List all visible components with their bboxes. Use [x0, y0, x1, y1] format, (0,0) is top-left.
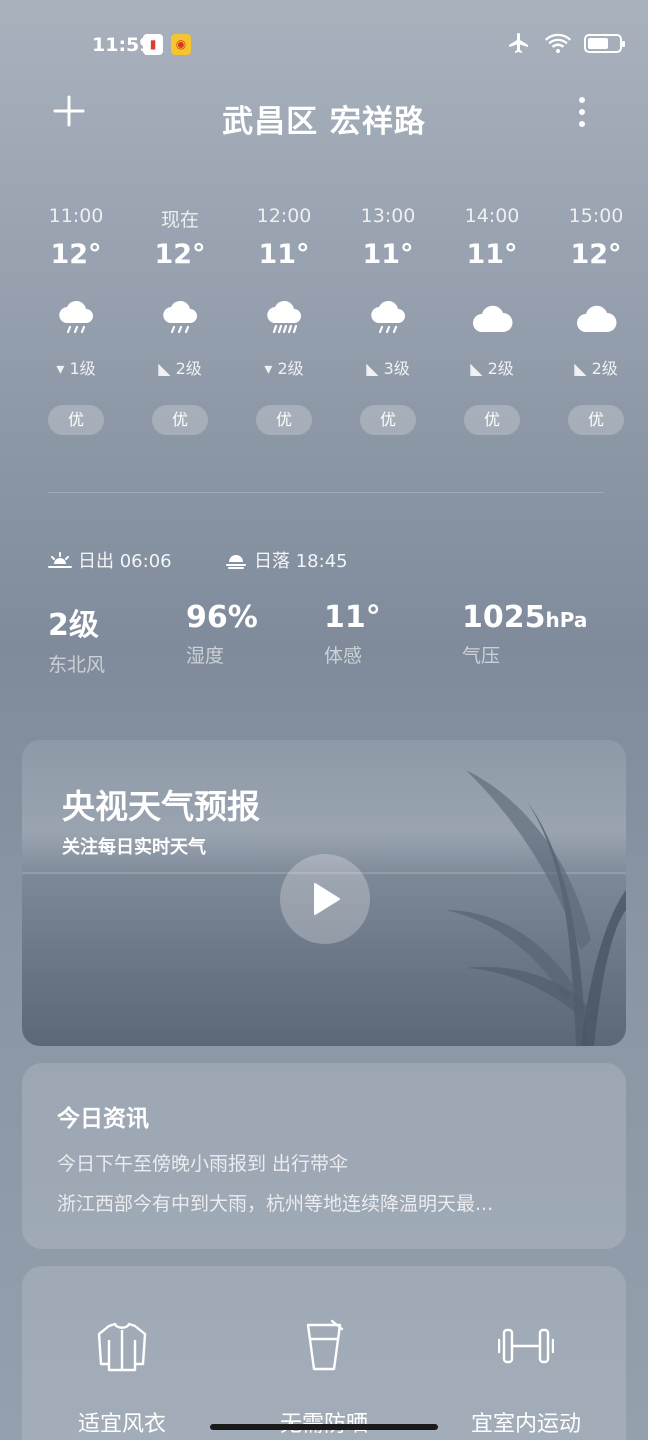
hour-wind: 3级: [383, 359, 410, 378]
jacket-icon: [97, 1322, 147, 1372]
hour-wind: 1级: [69, 359, 96, 378]
status-bar: 11:59 ▮ ◉: [0, 0, 648, 90]
hourly-forecast[interactable]: 11:00 12° ▾ 1级 优 现在 12° ◣ 2级 优 12:00 11°…: [24, 205, 648, 445]
hour-time: 现在: [160, 209, 199, 231]
rain-light-icon: [371, 301, 405, 334]
wind-direction-icon: ◣: [574, 359, 592, 378]
hour-item: 13:00 11° ◣ 3级 优: [336, 205, 440, 435]
sunrise: 日出 06:06: [48, 547, 172, 573]
aqi-badge: 优: [48, 405, 104, 435]
metric-pressure: 1025hPa 气压: [462, 600, 587, 668]
rain-light-icon: [59, 301, 93, 334]
system-icons: [506, 31, 625, 55]
hour-time: 12:00: [256, 205, 312, 227]
sunrise-icon: [48, 552, 72, 568]
metric-value: 1025: [462, 600, 546, 635]
metric-value: 2级: [48, 608, 99, 643]
aqi-badge: 优: [360, 405, 416, 435]
hour-temp: 12°: [154, 239, 206, 270]
wind-direction-icon: ◣: [158, 359, 176, 378]
hour-item: 15:00 12° ◣ 2级 优: [544, 205, 648, 435]
metric-label: 东北风: [48, 654, 106, 676]
hour-wind: 2级: [175, 359, 202, 378]
hour-time: 13:00: [360, 205, 416, 227]
cloud-icon: [577, 305, 617, 332]
hour-time: 11:00: [48, 205, 104, 227]
video-title: 央视天气预报: [62, 787, 260, 826]
hour-item: 14:00 11° ◣ 2级 优: [440, 205, 544, 435]
sunscreen-icon: [306, 1319, 344, 1371]
news-item[interactable]: 浙江西部今有中到大雨，杭州等地连续降温明天最...: [57, 1189, 597, 1216]
wifi-icon: [545, 33, 571, 53]
metric-value: 96%: [186, 600, 258, 635]
metric-humidity: 96% 湿度: [186, 600, 258, 668]
home-indicator[interactable]: [210, 1424, 438, 1430]
metric-unit: hPa: [545, 608, 588, 632]
sunrise-time: 日出 06:06: [78, 551, 172, 572]
aqi-badge: 优: [464, 405, 520, 435]
play-button[interactable]: [280, 854, 370, 944]
wind-direction-icon: ▾: [56, 359, 70, 378]
hour-item: 12:00 11° ▾ 2级 优: [232, 205, 336, 435]
hour-time: 15:00: [568, 205, 624, 227]
news-card[interactable]: 今日资讯 今日下午至傍晚小雨报到 出行带伞 浙江西部今有中到大雨，杭州等地连续降…: [22, 1063, 626, 1249]
hour-temp: 12°: [50, 239, 102, 270]
sunset-icon: [226, 555, 246, 569]
weather-video-card[interactable]: 央视天气预报 关注每日实时天气: [22, 740, 626, 1046]
plant-illustration: [446, 770, 626, 1046]
news-title: 今日资讯: [57, 1106, 149, 1132]
hour-temp: 11°: [466, 239, 518, 270]
sunset: 日落 18:45: [224, 547, 348, 573]
aqi-badge: 优: [256, 405, 312, 435]
hour-wind: 2级: [487, 359, 514, 378]
life-item-sunscreen[interactable]: 无需防晒: [224, 1316, 424, 1438]
wind-direction-icon: ◣: [366, 359, 384, 378]
location-title[interactable]: 武昌区 宏祥路: [0, 96, 648, 141]
metric-value: 11°: [324, 600, 381, 635]
hour-temp: 11°: [362, 239, 414, 270]
weibo-notification-icon: ◉: [171, 34, 191, 55]
hour-item: 11:00 12° ▾ 1级 优: [24, 205, 128, 435]
hour-item: 现在 12° ◣ 2级 优: [128, 205, 232, 435]
life-item-exercise[interactable]: 宜室内运动: [426, 1316, 626, 1438]
hour-time: 14:00: [464, 205, 520, 227]
hour-wind: 2级: [277, 359, 304, 378]
battery-icon: [584, 33, 625, 53]
life-item-jacket[interactable]: 适宜风衣: [22, 1316, 222, 1438]
notification-app-icon: ▮: [143, 34, 163, 55]
hour-temp: 12°: [570, 239, 622, 270]
metric-label: 湿度: [186, 645, 225, 667]
metric-label: 体感: [324, 645, 363, 667]
more-options-button[interactable]: [572, 94, 592, 130]
play-icon: [314, 883, 340, 915]
airplane-icon: [509, 33, 528, 53]
aqi-badge: 优: [568, 405, 624, 435]
aqi-badge: 优: [152, 405, 208, 435]
metric-feels-like: 11° 体感: [324, 600, 381, 668]
news-item[interactable]: 今日下午至傍晚小雨报到 出行带伞: [57, 1149, 597, 1176]
wind-direction-icon: ▾: [264, 359, 278, 378]
life-label: 无需防晒: [224, 1406, 424, 1438]
rain-moderate-icon: [267, 301, 301, 334]
dumbbell-icon: [498, 1328, 554, 1364]
video-subtitle: 关注每日实时天气: [62, 837, 206, 858]
hour-temp: 11°: [258, 239, 310, 270]
life-label: 宜室内运动: [470, 1412, 581, 1437]
sunset-time: 日落 18:45: [254, 551, 348, 572]
life-label: 适宜风衣: [77, 1412, 166, 1437]
life-index-card: 适宜风衣 无需防晒 宜室内运动: [22, 1266, 626, 1440]
header: 武昌区 宏祥路: [0, 80, 648, 150]
metric-label: 气压: [462, 645, 501, 667]
rain-light-icon: [163, 301, 197, 334]
metric-wind: 2级 东北风: [48, 600, 105, 677]
cloud-icon: [473, 305, 513, 332]
divider: [48, 492, 604, 493]
wind-direction-icon: ◣: [470, 359, 488, 378]
hour-wind: 2级: [591, 359, 618, 378]
